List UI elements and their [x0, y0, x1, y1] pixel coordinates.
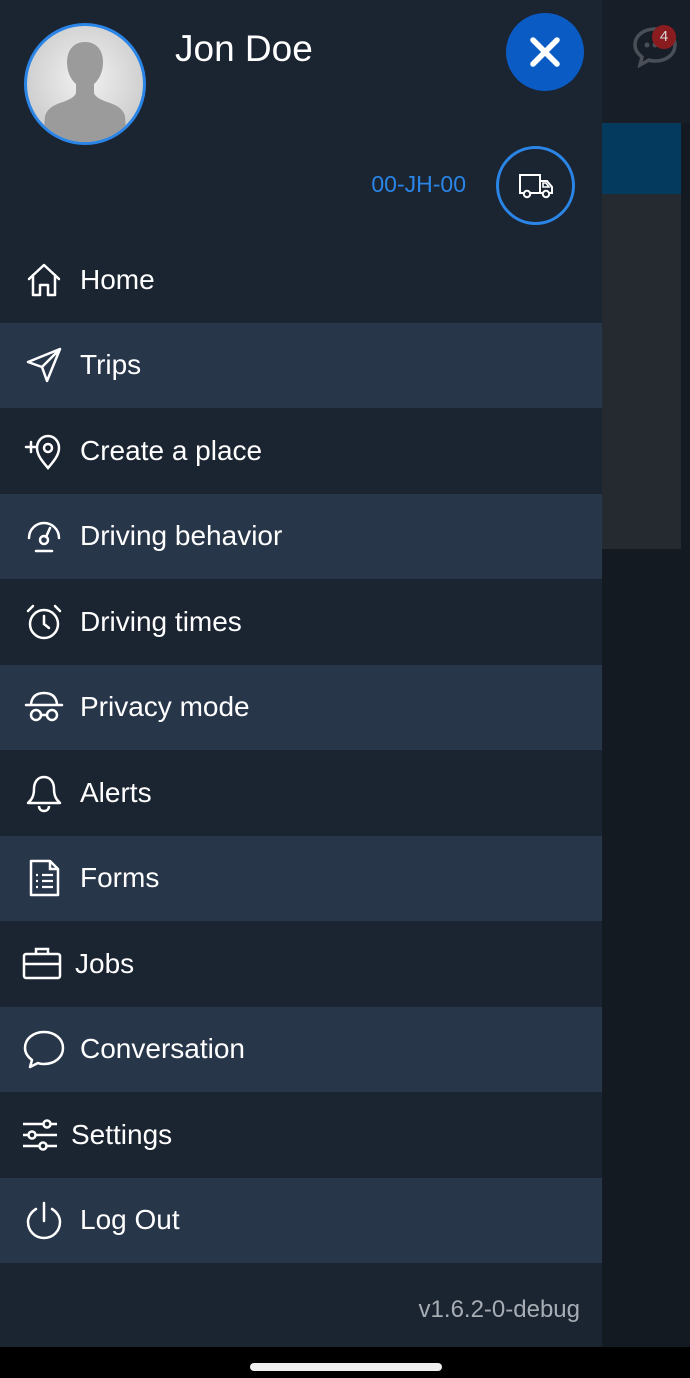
power-icon: [22, 1198, 66, 1242]
chat-bubble-icon: [22, 1027, 66, 1071]
truck-icon: [518, 173, 553, 198]
menu-item-conversation[interactable]: Conversation: [0, 1006, 602, 1092]
menu-item-privacy-mode[interactable]: Privacy mode: [0, 664, 602, 750]
menu-item-driving-times[interactable]: Driving times: [0, 579, 602, 665]
menu-item-label: Home: [80, 263, 155, 295]
menu-item-driving-behavior[interactable]: Driving behavior: [0, 493, 602, 579]
menu-item-label: Settings: [71, 1118, 173, 1150]
menu-item-label: Jobs: [75, 947, 135, 979]
menu-item-label: Driving times: [80, 605, 242, 637]
menu-item-forms[interactable]: Forms: [0, 835, 602, 921]
menu-item-label: Privacy mode: [80, 691, 250, 723]
add-place-icon: [22, 429, 66, 473]
home-icon: [22, 258, 66, 302]
menu-item-log-out[interactable]: Log Out: [0, 1177, 602, 1263]
menu-item-label: Log Out: [80, 1204, 180, 1236]
close-drawer-button[interactable]: [506, 13, 584, 91]
close-icon: [530, 37, 560, 67]
menu-item-label: Forms: [80, 862, 160, 894]
menu-item-label: Create a place: [80, 434, 263, 466]
avatar[interactable]: [24, 23, 146, 145]
home-indicator[interactable]: [250, 1363, 442, 1371]
document-icon: [22, 856, 66, 900]
menu-item-settings[interactable]: Settings: [0, 1092, 602, 1178]
menu-item-home[interactable]: Home: [0, 237, 602, 323]
drawer-menu: Home Trips Create a place Driving behavi…: [0, 237, 602, 1263]
briefcase-icon: [20, 942, 64, 986]
user-name: Jon Doe: [175, 28, 313, 69]
menu-item-label: Conversation: [80, 1033, 245, 1065]
app-version: v1.6.2-0-debug: [418, 1296, 580, 1323]
incognito-icon: [22, 685, 66, 729]
vehicle-select-button[interactable]: [496, 146, 575, 225]
menu-item-trips[interactable]: Trips: [0, 322, 602, 408]
menu-item-label: Driving behavior: [80, 520, 283, 552]
vehicle-plate[interactable]: 00-JH-00: [371, 168, 466, 200]
menu-item-jobs[interactable]: Jobs: [0, 921, 602, 1007]
alarm-clock-icon: [22, 600, 66, 644]
paper-plane-icon: [22, 343, 66, 387]
menu-item-create-place[interactable]: Create a place: [0, 408, 602, 494]
gauge-icon: [22, 514, 66, 558]
menu-item-label: Trips: [80, 349, 142, 381]
chat-badge-count: 4: [652, 25, 676, 49]
menu-item-label: Alerts: [80, 776, 152, 808]
user-silhouette-icon: [43, 42, 127, 142]
background-tab-bar: [602, 123, 681, 194]
background-panel: [602, 194, 681, 549]
navigation-drawer: Jon Doe 00-JH-00 Home Trips Create a pla…: [0, 0, 602, 1347]
sliders-icon: [18, 1113, 62, 1157]
menu-item-alerts[interactable]: Alerts: [0, 750, 602, 836]
bell-icon: [22, 771, 66, 815]
